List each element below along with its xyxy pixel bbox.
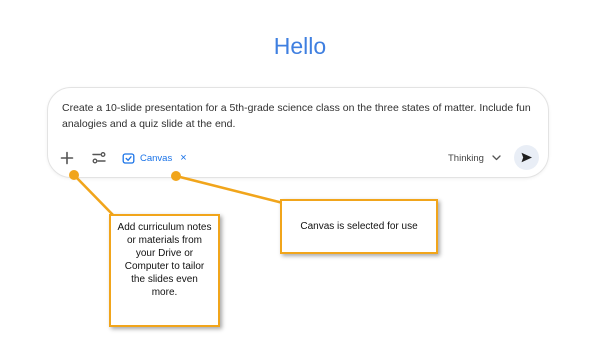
tools-icon <box>92 152 106 164</box>
canvas-remove-button[interactable]: × <box>180 149 186 167</box>
add-attachment-button[interactable] <box>59 150 75 166</box>
send-icon <box>521 152 532 163</box>
left-callout-connector <box>73 174 115 217</box>
page: Hello Create a 10-slide presentation for… <box>0 0 600 349</box>
chevron-down-icon <box>492 155 501 161</box>
greeting-title: Hello <box>273 33 327 59</box>
mode-selector[interactable]: Thinking <box>448 149 501 167</box>
canvas-chip[interactable]: Canvas × <box>122 149 187 167</box>
canvas-icon <box>122 152 135 164</box>
right-callout-connector <box>175 174 284 205</box>
mode-selector-label: Thinking <box>448 152 484 164</box>
canvas-chip-label: Canvas <box>140 152 173 164</box>
tools-button[interactable] <box>91 151 107 165</box>
canvas-callout: Canvas is selected for use <box>280 199 438 254</box>
attachment-callout: Add curriculum notes or materials from y… <box>109 214 220 327</box>
prompt-composer: Create a 10-slide presentation for a 5th… <box>47 87 549 178</box>
plus-icon <box>60 151 74 165</box>
send-button[interactable] <box>514 145 539 170</box>
prompt-input[interactable]: Create a 10-slide presentation for a 5th… <box>62 100 542 132</box>
